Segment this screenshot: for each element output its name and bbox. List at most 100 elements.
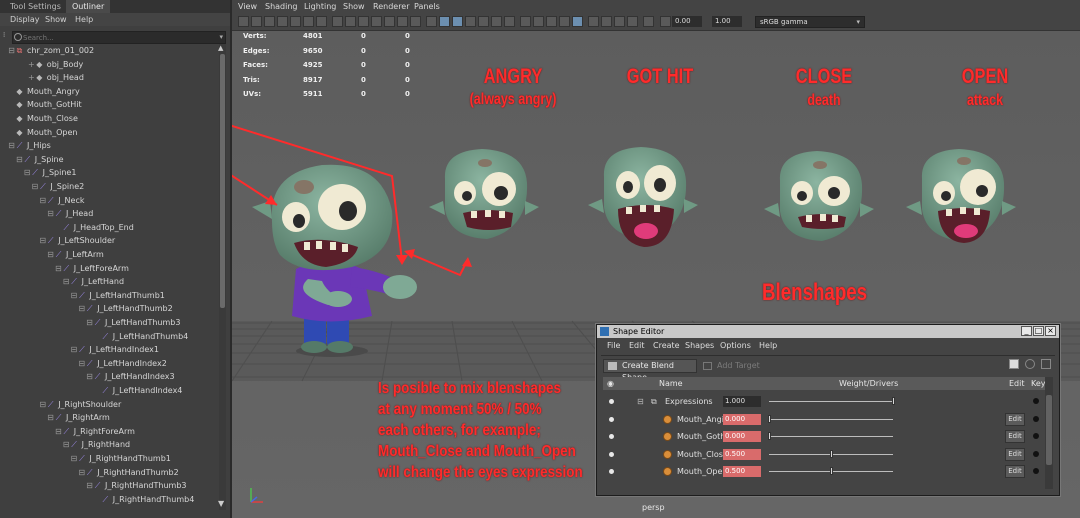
- toolbar-button[interactable]: [452, 16, 463, 27]
- tree-row[interactable]: ⊟ ⟋ J_LeftShoulder: [39, 234, 115, 247]
- key-button[interactable]: [1033, 450, 1039, 457]
- tree-row[interactable]: + ◆ obj_Body: [28, 58, 83, 71]
- weight-slider[interactable]: [769, 436, 893, 437]
- maximize-button[interactable]: □: [1033, 326, 1044, 336]
- search-input[interactable]: [23, 32, 203, 43]
- tree-row[interactable]: ⟋ J_RightHandThumb4: [94, 493, 194, 506]
- toolbar-button[interactable]: [316, 16, 327, 27]
- toolbar-button[interactable]: [478, 16, 489, 27]
- expand-toggle-icon[interactable]: ⊟: [39, 194, 46, 207]
- add-target-button[interactable]: Add Target: [703, 359, 760, 373]
- menu-show[interactable]: Show: [343, 0, 365, 14]
- tree-row[interactable]: ⊟ ⟋ J_RightHandThumb1: [70, 452, 171, 465]
- tree-row[interactable]: + ◆ obj_Head: [28, 71, 84, 84]
- expand-toggle-icon[interactable]: ⊟: [55, 425, 62, 438]
- menu-lighting[interactable]: Lighting: [304, 0, 336, 14]
- menu-help[interactable]: Help: [75, 13, 93, 26]
- toolbar-button[interactable]: [601, 16, 612, 27]
- toolbar-button[interactable]: [643, 16, 654, 27]
- expand-toggle-icon[interactable]: ⊟: [78, 466, 85, 479]
- key-button[interactable]: [1033, 468, 1039, 474]
- toolbar-button[interactable]: [332, 16, 343, 27]
- toolbar-button[interactable]: [397, 16, 408, 27]
- weight-field[interactable]: 0.000: [723, 431, 761, 442]
- toolbar-button[interactable]: [410, 16, 421, 27]
- toolbar-button[interactable]: [384, 16, 395, 27]
- expand-toggle-icon[interactable]: +: [28, 71, 35, 84]
- tree-row[interactable]: ⊟ ⧉ chr_zom_01_002: [8, 44, 94, 57]
- outliner-search[interactable]: ▾: [12, 31, 226, 44]
- expand-toggle-icon[interactable]: ⊟: [8, 139, 15, 152]
- expand-toggle-icon[interactable]: ⊟: [47, 411, 54, 424]
- edit-target-button[interactable]: Edit: [1005, 412, 1025, 426]
- toolbar-button[interactable]: [371, 16, 382, 27]
- blend-target-row[interactable]: Mouth_Goth 0.000 Edit: [603, 428, 1043, 445]
- tree-row[interactable]: ⊟ ⟋ J_RightShoulder: [39, 398, 121, 411]
- menu-view[interactable]: View: [238, 0, 257, 14]
- tree-row[interactable]: ⊟ ⟋ J_Spine: [16, 153, 64, 166]
- delete-icon[interactable]: [1041, 359, 1051, 369]
- toolbar-button[interactable]: [491, 16, 502, 27]
- tree-row[interactable]: ⊟ ⟋ J_RightArm: [47, 411, 110, 424]
- blend-shape-node-row[interactable]: ⊟ ⧉ Expressions 1.000: [603, 393, 1043, 410]
- tree-row[interactable]: ⊟ ⟋ J_RightHandThumb2: [78, 466, 178, 479]
- new-folder-icon[interactable]: [1009, 359, 1019, 369]
- toolbar-button[interactable]: [559, 16, 570, 27]
- toolbar-button[interactable]: [614, 16, 625, 27]
- expand-toggle-icon[interactable]: ⊟: [63, 438, 70, 451]
- se-menu-create[interactable]: Create: [653, 339, 680, 353]
- se-menu-shapes[interactable]: Shapes: [685, 339, 714, 353]
- blend-target-row[interactable]: Mouth_Angi 0.000 Edit: [603, 411, 1043, 428]
- menu-panels[interactable]: Panels: [414, 0, 440, 14]
- expand-toggle-icon[interactable]: ⊟: [70, 289, 78, 302]
- se-menu-edit[interactable]: Edit: [629, 339, 645, 353]
- expand-toggle-icon[interactable]: ⊟: [24, 166, 31, 179]
- expand-toggle-icon[interactable]: ⊟: [86, 316, 93, 329]
- blend-target-row[interactable]: Mouth_Ope 0.500 Edit: [603, 463, 1043, 480]
- chevron-down-icon[interactable]: ▾: [219, 32, 223, 43]
- toolbar-button[interactable]: [660, 16, 671, 27]
- tree-row[interactable]: ⊟ ⟋ J_LeftHandIndex1: [70, 343, 159, 356]
- toolbar-button[interactable]: [533, 16, 544, 27]
- menu-display[interactable]: Display: [10, 13, 40, 26]
- toolbar-button[interactable]: [627, 16, 638, 27]
- tree-row[interactable]: ◆ Mouth_Angry: [8, 85, 79, 98]
- se-menu-file[interactable]: File: [607, 339, 620, 353]
- toolbar-button[interactable]: [238, 16, 249, 27]
- tree-row[interactable]: ⟋ J_HeadTop_End: [55, 221, 133, 234]
- scroll-down-arrow[interactable]: ▼: [218, 499, 224, 508]
- toolbar-button[interactable]: [465, 16, 476, 27]
- toolbar-button[interactable]: [358, 16, 369, 27]
- expand-toggle-icon[interactable]: ⊟: [637, 393, 644, 410]
- minimize-button[interactable]: _: [1021, 326, 1032, 336]
- toolbar-button[interactable]: [345, 16, 356, 27]
- visibility-toggle[interactable]: [609, 451, 614, 457]
- tree-row[interactable]: ⊟ ⟋ J_Spine2: [31, 180, 85, 193]
- edit-target-button[interactable]: Edit: [1005, 430, 1025, 443]
- toolbar-button[interactable]: [290, 16, 301, 27]
- column-edit[interactable]: Edit: [1009, 377, 1025, 390]
- column-name[interactable]: Name: [659, 377, 683, 390]
- toolbar-button[interactable]: [303, 16, 314, 27]
- tree-row[interactable]: ⊟ ⟋ J_LeftHand: [63, 275, 124, 288]
- menu-renderer[interactable]: Renderer: [373, 0, 410, 14]
- close-button[interactable]: ×: [1045, 326, 1056, 336]
- se-menu-options[interactable]: Options: [720, 339, 751, 353]
- toolbar-button[interactable]: [546, 16, 557, 27]
- expand-toggle-icon[interactable]: ⊟: [39, 234, 46, 247]
- expand-toggle-icon[interactable]: ⊟: [78, 357, 85, 370]
- tree-row[interactable]: ⊟ ⟋ J_RightHand: [63, 438, 130, 451]
- tree-row[interactable]: ⊟ ⟋ J_RightForeArm: [55, 425, 135, 438]
- expand-toggle-icon[interactable]: ⊟: [47, 207, 54, 220]
- menu-shading[interactable]: Shading: [265, 0, 298, 14]
- expand-toggle-icon[interactable]: ⊟: [78, 302, 85, 315]
- weight-slider-handle[interactable]: [830, 467, 833, 475]
- tree-row[interactable]: ⟋ J_LeftHandIndex4: [94, 384, 182, 397]
- tree-row[interactable]: ◆ Mouth_Close: [8, 112, 77, 125]
- toolbar-button[interactable]: [426, 16, 437, 27]
- lock-icon[interactable]: [1025, 359, 1035, 369]
- weight-slider-handle[interactable]: [768, 414, 771, 423]
- visibility-toggle[interactable]: [609, 416, 614, 422]
- color-space-select[interactable]: sRGB gamma ▾: [755, 16, 865, 28]
- weight-field[interactable]: 0.500: [723, 466, 761, 477]
